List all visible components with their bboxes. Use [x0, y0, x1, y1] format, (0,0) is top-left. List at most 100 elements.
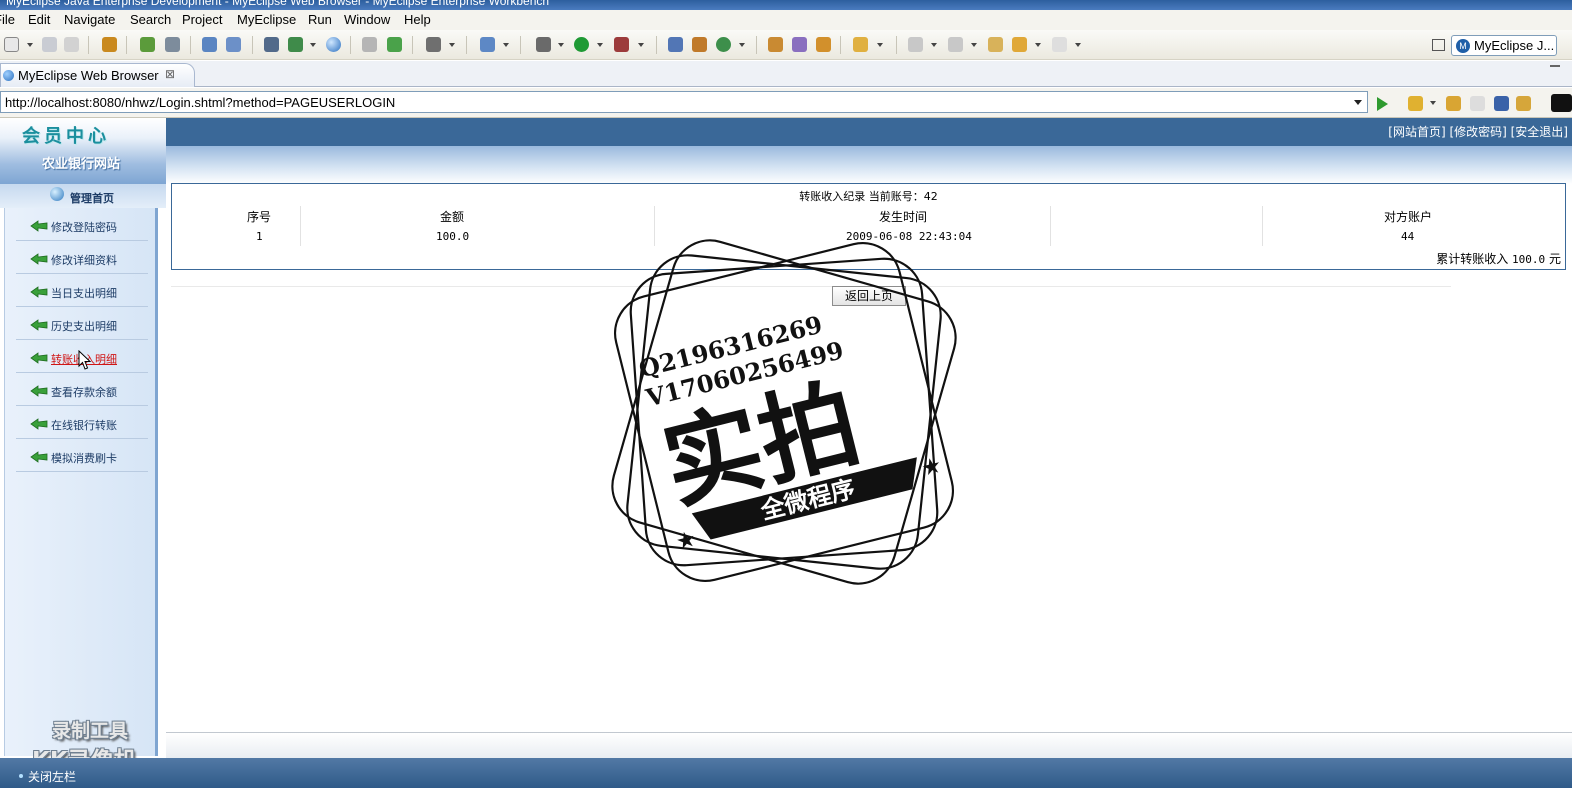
- records-title: 转账收入纪录 当前账号：42: [799, 190, 938, 203]
- menu-window[interactable]: Window: [344, 12, 390, 27]
- console-icon[interactable]: [1551, 94, 1572, 112]
- perspective-label: MyEclipse J...: [1474, 38, 1555, 53]
- sidebar-item-history-expenses[interactable]: 历史支出明细: [16, 307, 148, 340]
- perspective-button[interactable]: M MyEclipse J...: [1451, 35, 1557, 56]
- stop-icon[interactable]: [1494, 96, 1509, 111]
- save-icon[interactable]: [42, 37, 57, 52]
- menu-bar: File Edit Navigate Search Project MyEcli…: [0, 10, 1572, 30]
- horizontal-scrollbar[interactable]: [166, 732, 1572, 758]
- sidebar-item-label: 修改登陆密码: [51, 221, 117, 234]
- menu-file[interactable]: File: [0, 12, 15, 27]
- new-class-icon[interactable]: [716, 37, 731, 52]
- forward-dropdown-icon[interactable]: [1075, 43, 1081, 47]
- sidebar-item-edit-profile[interactable]: 修改详细资料: [16, 241, 148, 274]
- member-center-banner: 会员中心 农业银行网站: [0, 118, 166, 184]
- new-package-icon[interactable]: [692, 37, 707, 52]
- external-tools-dropdown-icon[interactable]: [638, 43, 644, 47]
- deploy-icon[interactable]: [202, 37, 217, 52]
- new-wizard-icon[interactable]: [480, 37, 495, 52]
- sidebar-item-today-expenses[interactable]: 当日支出明细: [16, 274, 148, 307]
- new-wizard-dropdown-icon[interactable]: [503, 43, 509, 47]
- close-left-label: 关闭左栏: [28, 770, 77, 784]
- new-class-dropdown-icon[interactable]: [739, 43, 745, 47]
- sidebar-item-label: 模拟消费刷卡: [51, 452, 117, 465]
- header-links[interactable]: [网站首页] [修改密码] [安全退出]: [1388, 123, 1568, 140]
- last-edit-icon[interactable]: [988, 37, 1003, 52]
- menu-search[interactable]: Search: [130, 12, 171, 27]
- new-server-icon[interactable]: [288, 37, 303, 52]
- green-arrow-icon: [30, 286, 48, 298]
- toolbar-separator: [190, 36, 191, 54]
- menu-help[interactable]: Help: [404, 12, 431, 27]
- undeploy-icon[interactable]: [226, 37, 241, 52]
- print-icon[interactable]: [64, 37, 79, 52]
- servers-icon[interactable]: [264, 37, 279, 52]
- recorder-line-1: 录制工具: [52, 720, 129, 742]
- new-java-project-icon[interactable]: [668, 37, 683, 52]
- server-dropdown-icon[interactable]: [310, 43, 316, 47]
- url-input[interactable]: [0, 91, 1368, 113]
- green-arrow-icon: [30, 418, 48, 430]
- sidebar-item-change-login-password[interactable]: 修改登陆密码: [16, 208, 148, 241]
- menu-myeclipse[interactable]: MyEclipse: [237, 12, 296, 27]
- browser-globe-icon[interactable]: [326, 37, 341, 52]
- open-resource-icon[interactable]: [853, 37, 868, 52]
- sidebar-mgmt-home[interactable]: 管理首页: [0, 184, 166, 208]
- external-tools-icon[interactable]: [614, 37, 629, 52]
- close-icon[interactable]: ⊠: [165, 67, 175, 81]
- cell-seq: 1: [256, 230, 263, 243]
- url-history-dropdown-icon[interactable]: [1354, 100, 1362, 105]
- minimize-icon[interactable]: [1550, 65, 1560, 67]
- open-task-icon[interactable]: [816, 37, 831, 52]
- open-type-icon[interactable]: [362, 37, 377, 52]
- back-dropdown-icon[interactable]: [1035, 43, 1041, 47]
- previous-annotation-dropdown-icon[interactable]: [971, 43, 977, 47]
- site-name: 农业银行网站: [42, 157, 121, 172]
- run-icon[interactable]: [574, 37, 589, 52]
- previous-annotation-icon[interactable]: [948, 37, 963, 52]
- run-dropdown-icon[interactable]: [597, 43, 603, 47]
- next-annotation-icon[interactable]: [908, 37, 923, 52]
- browser-forward-icon[interactable]: [1470, 96, 1485, 111]
- new-icon[interactable]: [4, 37, 19, 52]
- sidebar-item-online-transfer[interactable]: 在线银行转账: [16, 406, 148, 439]
- open-resource-dropdown-icon[interactable]: [877, 43, 883, 47]
- sidebar-item-card-swipe[interactable]: 模拟消费刷卡: [16, 439, 148, 472]
- debug-bug-icon[interactable]: [140, 37, 155, 52]
- green-arrow-icon: [30, 220, 48, 232]
- debug-dropdown-icon[interactable]: [558, 43, 564, 47]
- menu-run[interactable]: Run: [308, 12, 332, 27]
- tab-web-browser[interactable]: MyEclipse Web Browser ⊠: [0, 63, 195, 87]
- sidebar-item-transfer-income[interactable]: 转账收入明细: [16, 340, 148, 373]
- back-arrow-icon[interactable]: [1012, 37, 1027, 52]
- toolbar-separator: [126, 36, 127, 54]
- footer-bar: 关闭左栏: [0, 758, 1572, 788]
- open-folder-icon[interactable]: [768, 37, 783, 52]
- favorites-dropdown-icon[interactable]: [1430, 101, 1436, 105]
- open-perspective-icon[interactable]: [1432, 39, 1445, 51]
- pencil-icon[interactable]: [792, 37, 807, 52]
- close-left-link[interactable]: 关闭左栏: [19, 768, 77, 785]
- sidebar-item-view-balance[interactable]: 查看存款余额: [16, 373, 148, 406]
- toolbar-separator: [412, 36, 413, 54]
- screenshot-icon[interactable]: [426, 37, 441, 52]
- menu-navigate[interactable]: Navigate: [64, 12, 115, 27]
- refresh-icon[interactable]: [1516, 96, 1531, 111]
- add-icon[interactable]: [387, 37, 402, 52]
- sidebar-nav: 管理首页 修改登陆密码 修改详细资料 当日支出明细 历史支出明细 转账收入明细 …: [0, 184, 166, 774]
- tab-label: MyEclipse Web Browser: [18, 68, 159, 83]
- package-icon[interactable]: [102, 37, 117, 52]
- debug-icon[interactable]: [536, 37, 551, 52]
- next-annotation-dropdown-icon[interactable]: [931, 43, 937, 47]
- go-icon[interactable]: [1377, 97, 1388, 111]
- server-icon[interactable]: [165, 37, 180, 52]
- browser-back-icon[interactable]: [1446, 96, 1461, 111]
- menu-project[interactable]: Project: [182, 12, 222, 27]
- sidebar-item-label: 在线银行转账: [51, 419, 117, 432]
- menu-edit[interactable]: Edit: [28, 12, 50, 27]
- forward-arrow-icon[interactable]: [1052, 37, 1067, 52]
- new-dropdown-icon[interactable]: [27, 43, 33, 47]
- favorites-icon[interactable]: [1408, 96, 1423, 111]
- screenshot-dropdown-icon[interactable]: [449, 43, 455, 47]
- sidebar-item-label: 修改详细资料: [51, 254, 117, 267]
